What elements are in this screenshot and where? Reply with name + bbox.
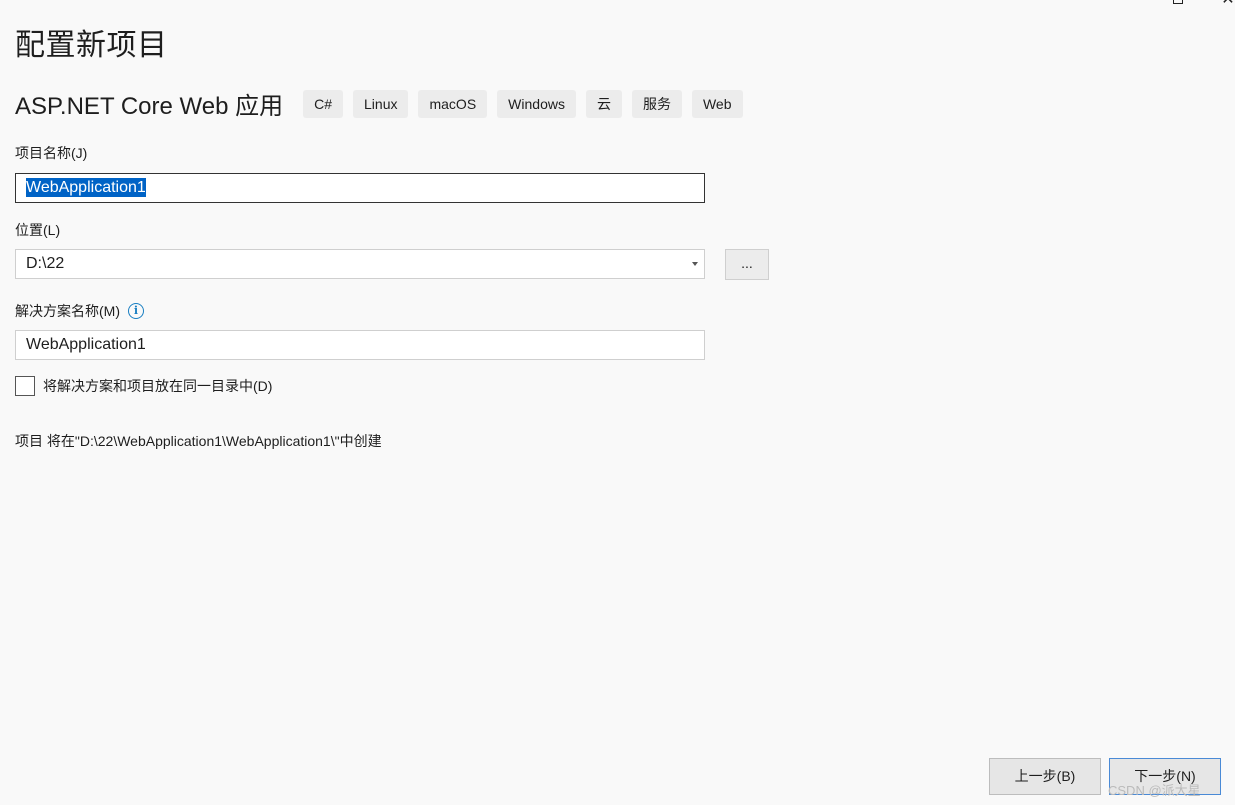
tag-linux: Linux	[353, 89, 409, 118]
chevron-down-icon[interactable]	[692, 262, 698, 266]
project-path-note: 项目 将在"D:\22\WebApplication1\WebApplicati…	[15, 433, 382, 449]
same-directory-label: 将解决方案和项目放在同一目录中(D)	[43, 378, 273, 394]
browse-button[interactable]: ...	[725, 249, 769, 280]
project-name-value: WebApplication1	[26, 178, 146, 197]
tag-web: Web	[691, 89, 743, 118]
watermark: CSDN @派大星	[1108, 783, 1201, 798]
location-value: D:\22	[26, 255, 65, 272]
project-name-label: 项目名称(J)	[15, 145, 88, 161]
info-icon[interactable]: i	[128, 303, 144, 320]
solution-name-input[interactable]: WebApplication1	[15, 330, 705, 360]
close-icon[interactable]: ✕	[1218, 0, 1235, 8]
maximize-icon[interactable]	[1168, 0, 1188, 8]
template-header: ASP.NET Core Web 应用 C# Linux macOS Windo…	[15, 86, 753, 121]
solution-name-label-row: 解决方案名称(M) i	[15, 301, 144, 321]
template-name: ASP.NET Core Web 应用	[15, 93, 284, 120]
location-combobox[interactable]: D:\22	[15, 249, 705, 279]
project-name-input[interactable]: WebApplication1	[15, 173, 705, 203]
tag-macos: macOS	[418, 89, 488, 118]
tag-cloud: 云	[585, 89, 622, 118]
location-label: 位置(L)	[15, 222, 61, 238]
tag-service: 服务	[631, 89, 682, 118]
tag-csharp: C#	[303, 89, 344, 118]
same-directory-checkbox[interactable]	[15, 376, 35, 396]
same-directory-option[interactable]: 将解决方案和项目放在同一目录中(D)	[15, 376, 272, 396]
page-title: 配置新项目	[15, 29, 168, 62]
solution-name-label: 解决方案名称(M)	[15, 303, 120, 319]
solution-name-value: WebApplication1	[26, 336, 146, 353]
back-button[interactable]: 上一步(B)	[989, 758, 1101, 795]
tag-windows: Windows	[497, 89, 576, 118]
